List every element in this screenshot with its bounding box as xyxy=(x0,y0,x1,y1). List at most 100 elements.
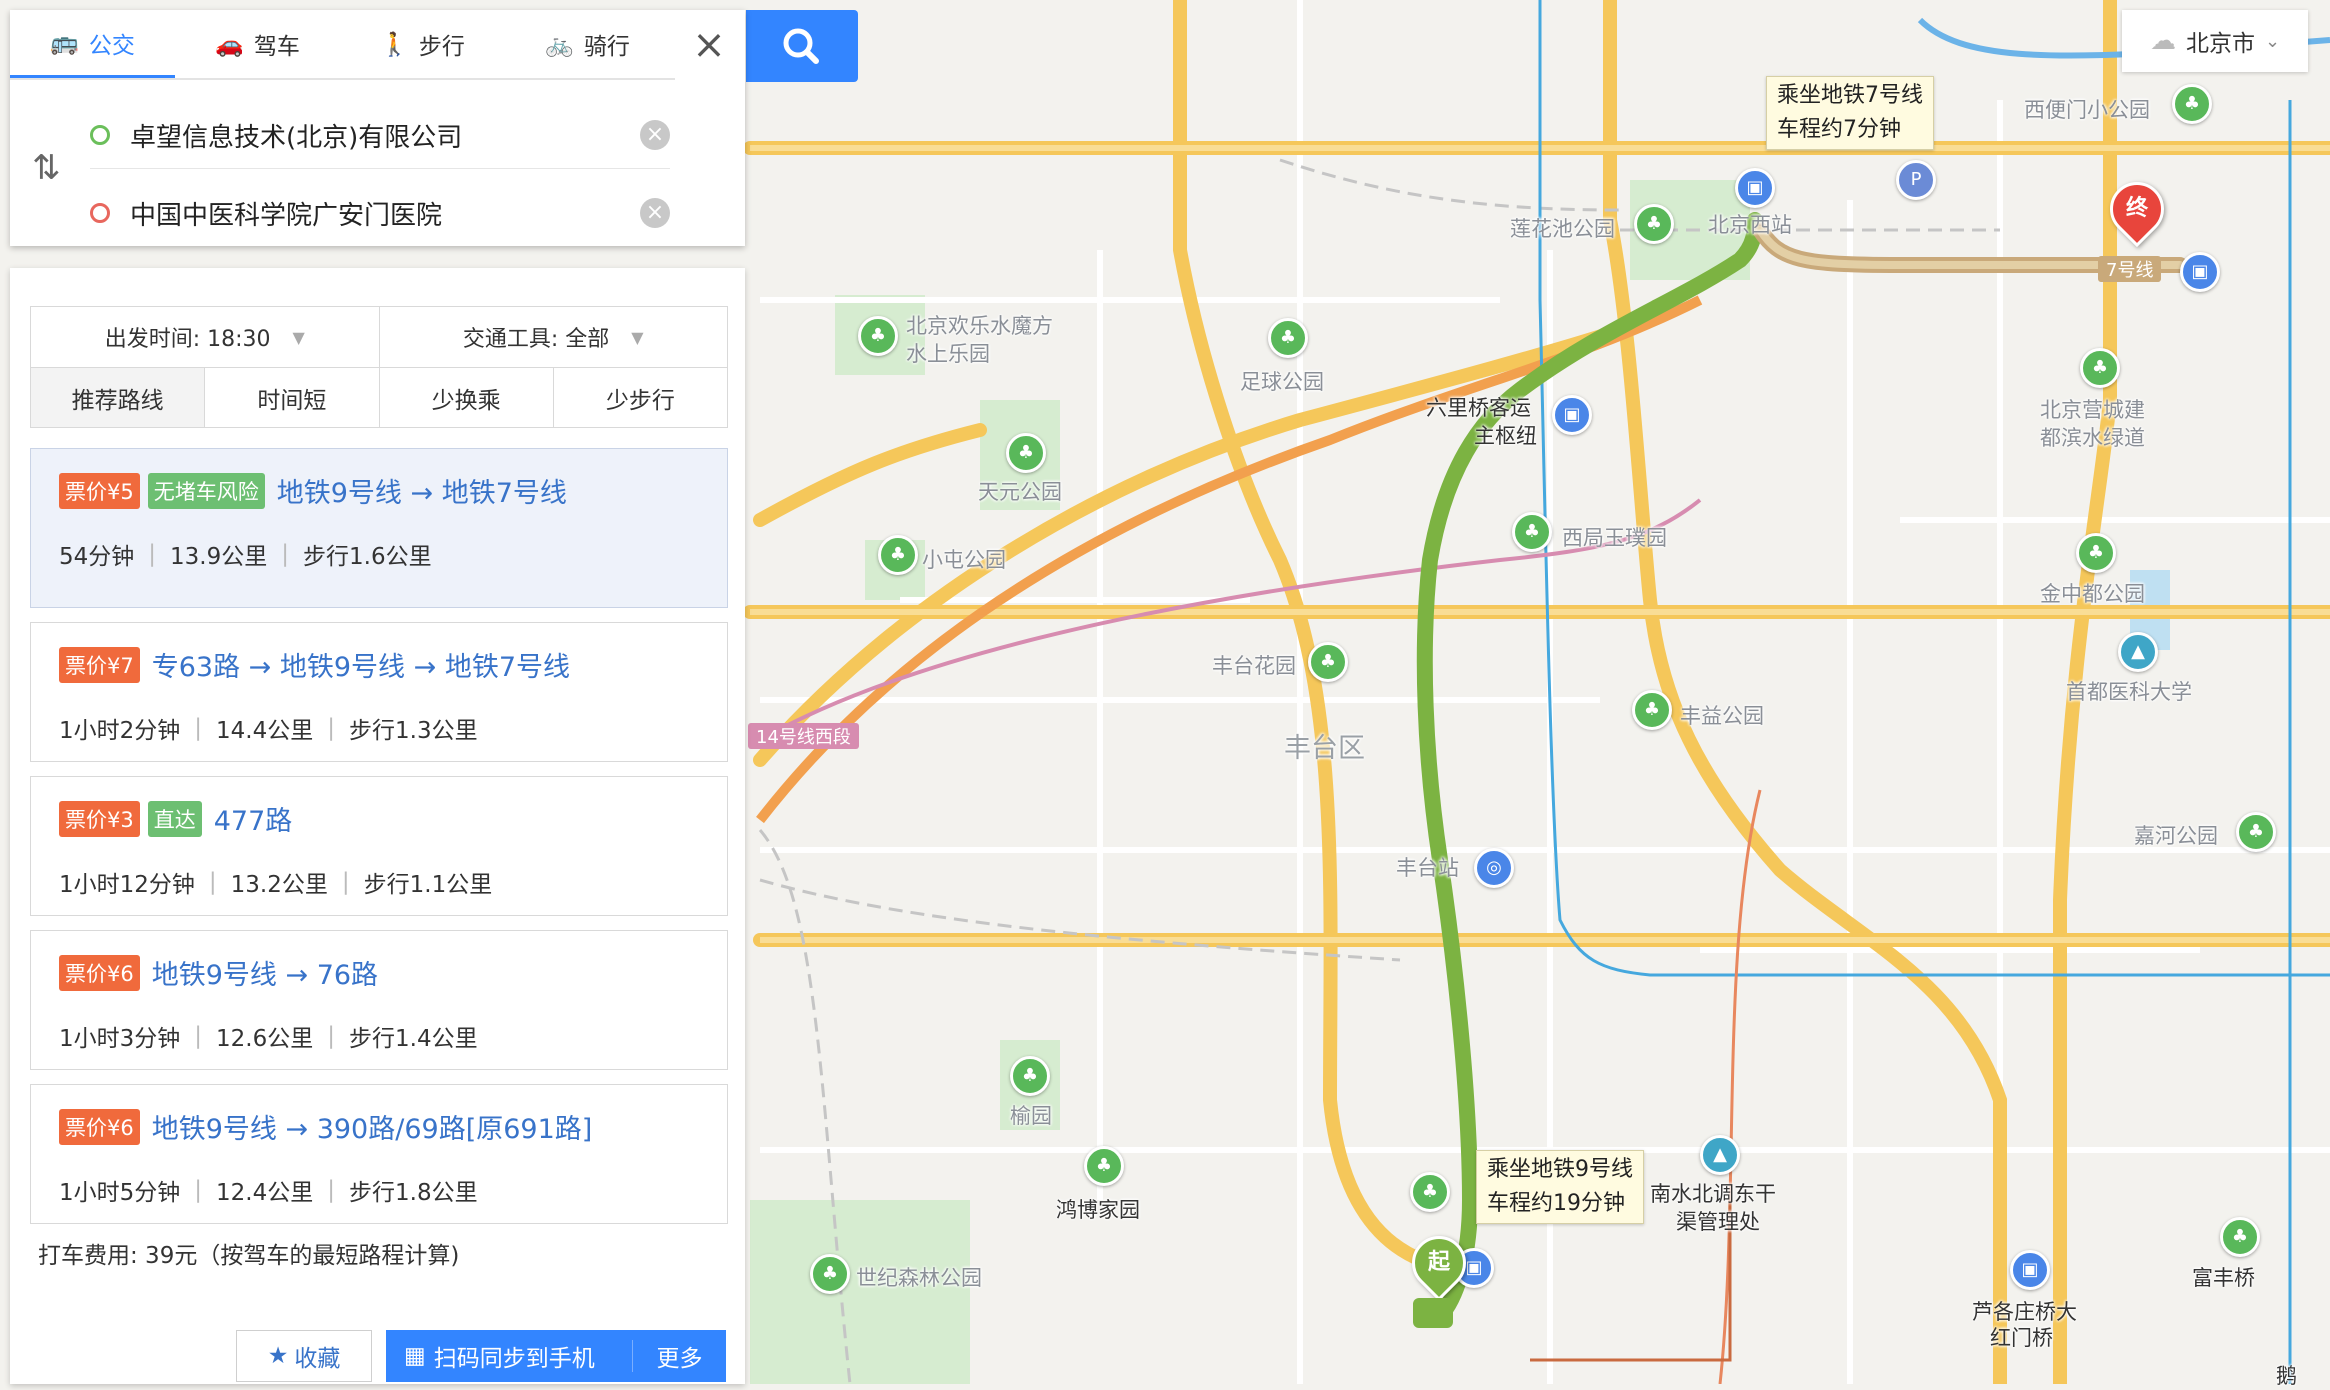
sort-recommended[interactable]: 推荐路线 xyxy=(31,368,205,427)
route-walk: 步行1.4公里 xyxy=(349,1026,478,1052)
favorite-label: 收藏 xyxy=(294,1346,341,1372)
tip-line9-duration: 车程约19分钟 xyxy=(1487,1191,1625,1216)
map-label: 北京营城建 xyxy=(2040,398,2145,422)
map-label: 六里桥客运 xyxy=(1426,396,1531,420)
filter-box: 出发时间: 18:30 ▼ 交通工具: 全部 ▼ 推荐路线 时间短 少换乘 少步… xyxy=(30,306,728,428)
park-icon: ♣ xyxy=(1006,433,1046,473)
map-label: 北京西站 xyxy=(1708,213,1792,237)
sort-fastest[interactable]: 时间短 xyxy=(204,368,378,427)
bus-station-icon: ▣ xyxy=(1552,395,1592,435)
bus-icon: 🚌 xyxy=(50,30,79,56)
tab-drive[interactable]: 🚗 驾车 xyxy=(175,10,340,78)
tab-walk[interactable]: 🚶 步行 xyxy=(340,10,505,78)
route-walk: 步行1.1公里 xyxy=(363,872,493,898)
route-option[interactable]: 票价¥6 地铁9号线 → 390路/69路[原691路] 1小时5分钟 | 12.… xyxy=(30,1084,728,1224)
mode-tabs: 🚌 公交 🚗 驾车 🚶 步行 🚲 骑行 xyxy=(10,10,675,80)
tab-bike-label: 骑行 xyxy=(583,34,630,60)
route-title: 地铁9号线 → 76路 xyxy=(151,960,379,991)
line14-label: 14号线西段 xyxy=(748,723,859,749)
route-duration: 1小时5分钟 xyxy=(59,1180,181,1206)
school-icon: ▲ xyxy=(1700,1135,1740,1175)
scan-sync-label: 扫码同步到手机 xyxy=(433,1346,595,1372)
route-distance: 12.6公里 xyxy=(216,1026,314,1052)
map-label: 丰台花园 xyxy=(1212,654,1296,678)
parking-icon: P xyxy=(1896,160,1936,200)
sort-least-walking[interactable]: 少步行 xyxy=(552,368,727,427)
map-label: 水上乐园 xyxy=(906,342,990,366)
depart-time-select[interactable]: 出发时间: 18:30 ▼ xyxy=(31,307,379,367)
search-box: 🚌 公交 🚗 驾车 🚶 步行 🚲 骑行 × ⇅ × xyxy=(10,10,745,246)
city-selector[interactable]: ☁ 北京市 ⌄ xyxy=(2122,10,2308,72)
destination-input[interactable] xyxy=(128,197,612,229)
tab-drive-label: 驾车 xyxy=(253,34,300,60)
park-icon: ♣ xyxy=(1084,1146,1124,1186)
more-button[interactable]: 更多 xyxy=(633,1339,726,1373)
route-duration: 54分钟 xyxy=(59,544,135,570)
scan-sync-button[interactable]: ▦ 扫码同步到手机 更多 xyxy=(386,1330,726,1382)
price-tag: 票价¥6 xyxy=(59,954,140,991)
clear-destination-icon[interactable]: × xyxy=(640,198,670,228)
map-label: 丰益公园 xyxy=(1680,704,1764,728)
transport-select[interactable]: 交通工具: 全部 ▼ xyxy=(378,307,728,367)
map-label: 世纪森林公园 xyxy=(856,1266,982,1290)
map-label: 嘉河公园 xyxy=(2134,824,2218,848)
route-distance: 14.4公里 xyxy=(216,718,314,744)
park-icon: ♣ xyxy=(2220,1217,2260,1257)
tip-line7: 乘坐地铁7号线 车程约7分钟 xyxy=(1766,76,1934,150)
map-label: 首都医科大学 xyxy=(2066,680,2192,704)
car-icon: 🚗 xyxy=(215,31,244,58)
tip-line7-duration: 车程约7分钟 xyxy=(1777,117,1901,142)
route-title: 地铁9号线 → 390路/69路[原691路] xyxy=(151,1114,593,1145)
city-label: 北京市 xyxy=(2185,31,2255,57)
bus-station-icon: ▣ xyxy=(1735,168,1775,208)
route-title: 专63路 → 地铁9号线 → 地铁7号线 xyxy=(151,652,571,683)
cloud-icon: ☁ xyxy=(2149,26,2176,56)
map-label: 西局玉璞园 xyxy=(1562,526,1667,550)
tip-line9: 乘坐地铁9号线 车程约19分钟 xyxy=(1476,1150,1644,1224)
map-label: 丰台站 xyxy=(1396,856,1459,880)
caret-down-icon: ▼ xyxy=(631,327,644,347)
line7-label: 7号线 xyxy=(2098,256,2162,282)
swap-icon[interactable]: ⇅ xyxy=(32,148,61,188)
route-option[interactable]: 票价¥3 直达 477路 1小时12分钟 | 13.2公里 | 步行1.1公里 xyxy=(30,776,728,916)
clear-origin-icon[interactable]: × xyxy=(640,120,670,150)
tip-line7-title: 乘坐地铁7号线 xyxy=(1777,83,1923,108)
route-duration: 1小时2分钟 xyxy=(59,718,181,744)
bus-station-icon: ▣ xyxy=(2180,252,2220,292)
park-icon: ♣ xyxy=(1010,1056,1050,1096)
map-label: 天元公园 xyxy=(978,480,1062,504)
sort-fewest-transfers[interactable]: 少换乘 xyxy=(378,368,553,427)
route-distance: 13.9公里 xyxy=(170,544,268,570)
feature-tag: 无堵车风险 xyxy=(147,472,265,509)
route-panel: 🚌 公交 🚗 驾车 🚶 步行 🚲 骑行 × ⇅ × xyxy=(10,10,745,246)
route-duration: 1小时3分钟 xyxy=(59,1026,181,1052)
park-icon: ♣ xyxy=(2076,533,2116,573)
qr-code-icon: ▦ xyxy=(404,1343,426,1369)
tab-bus[interactable]: 🚌 公交 xyxy=(10,10,175,78)
route-walk: 步行1.6公里 xyxy=(303,544,432,570)
park-icon: ♣ xyxy=(858,316,898,356)
park-icon: ♣ xyxy=(1634,204,1674,244)
route-walk: 步行1.3公里 xyxy=(349,718,478,744)
search-button[interactable] xyxy=(746,10,858,82)
taxi-fare: 打车费用: 39元（按驾车的最短路程计算) xyxy=(38,1243,460,1269)
origin-input[interactable] xyxy=(128,119,612,151)
map-label: 渠管理处 xyxy=(1676,1210,1760,1234)
route-distance: 12.4公里 xyxy=(216,1180,314,1206)
park-icon: ♣ xyxy=(2172,84,2212,124)
bike-icon: 🚲 xyxy=(545,31,574,58)
route-option[interactable]: 票价¥7 专63路 → 地铁9号线 → 地铁7号线 1小时2分钟 | 14.4公里… xyxy=(30,622,728,762)
map-label: 都滨水绿道 xyxy=(2040,426,2145,450)
action-bar: ★ 收藏 ▦ 扫码同步到手机 更多 xyxy=(10,1318,745,1384)
route-option[interactable]: 票价¥6 地铁9号线 → 76路 1小时3分钟 | 12.6公里 | 步行1.4公里 xyxy=(30,930,728,1070)
origin-field: × xyxy=(90,102,670,169)
park-icon: ♣ xyxy=(1512,512,1552,552)
close-icon[interactable]: × xyxy=(691,25,727,65)
destination-dot-icon xyxy=(90,203,110,223)
route-option[interactable]: 票价¥5 无堵车风险 地铁9号线 → 地铁7号线 54分钟 | 13.9公里 | 步… xyxy=(30,448,728,608)
results-panel: 出发时间: 18:30 ▼ 交通工具: 全部 ▼ 推荐路线 时间短 少换乘 少步… xyxy=(10,268,745,1384)
favorite-button[interactable]: ★ 收藏 xyxy=(236,1330,372,1382)
park-icon: ♣ xyxy=(1632,690,1672,730)
tab-bike[interactable]: 🚲 骑行 xyxy=(505,10,670,78)
map-label: 红门桥 xyxy=(1990,1326,2053,1350)
